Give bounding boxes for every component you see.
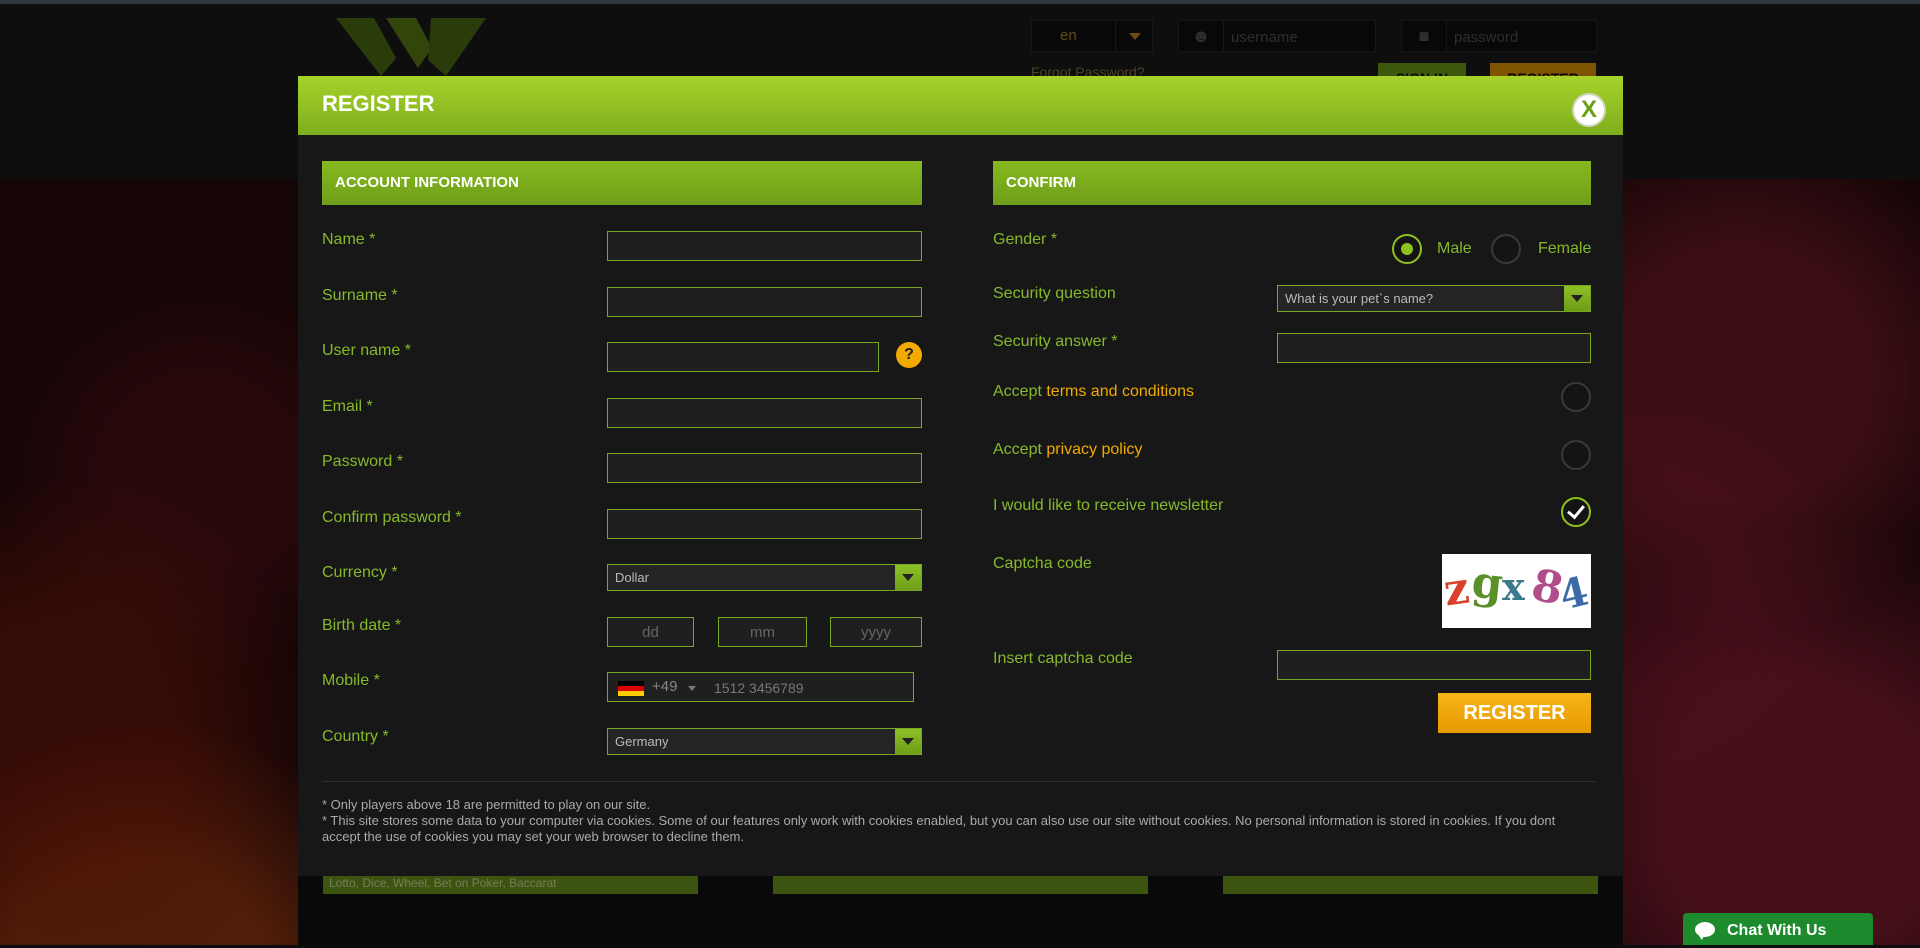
dial-code[interactable]: +49 — [652, 678, 677, 695]
security-question-value: What is your pet`s name? — [1285, 291, 1434, 306]
chat-button[interactable]: Chat With Us — [1683, 913, 1873, 945]
modal-title: REGISTER — [322, 91, 435, 116]
password-label: Password * — [322, 453, 403, 470]
accept-terms-checkbox[interactable] — [1561, 382, 1591, 412]
accept-prefix: Accept — [993, 383, 1047, 400]
caret-down-icon[interactable] — [688, 686, 696, 691]
email-label: Email * — [322, 398, 373, 415]
birth-date-label: Birth date * — [322, 617, 402, 634]
country-value: Germany — [615, 734, 669, 749]
germany-flag-icon[interactable] — [618, 681, 644, 696]
captcha-input[interactable] — [1277, 650, 1591, 680]
chat-label: Chat With Us — [1727, 922, 1827, 939]
age-note: * Only players above 18 are permitted to… — [322, 797, 651, 812]
captcha-char: x — [1502, 564, 1525, 609]
chevron-down-icon — [1564, 286, 1590, 311]
security-answer-input[interactable] — [1277, 333, 1591, 363]
security-answer-label: Security answer * — [993, 333, 1118, 350]
privacy-link[interactable]: privacy policy — [1046, 441, 1142, 458]
accept-privacy-label: Accept privacy policy — [993, 441, 1142, 459]
mobile-label: Mobile * — [322, 672, 380, 689]
modal-header: REGISTER X — [298, 76, 1623, 135]
password-input[interactable] — [607, 453, 922, 483]
currency-value: Dollar — [615, 570, 649, 585]
email-input[interactable] — [607, 398, 922, 428]
username-label: User name * — [322, 342, 411, 359]
country-label: Country * — [322, 728, 389, 745]
birth-month-input[interactable] — [718, 617, 807, 647]
gender-male-label[interactable]: Male — [1437, 240, 1472, 258]
accept-privacy-checkbox[interactable] — [1561, 440, 1591, 470]
captcha-image: z g x 8 4 — [1442, 554, 1591, 628]
question-icon[interactable]: ? — [896, 342, 922, 368]
account-section-heading: ACCOUNT INFORMATION — [322, 161, 922, 205]
accept-prefix: Accept — [993, 441, 1047, 458]
currency-select[interactable]: Dollar — [607, 564, 922, 591]
surname-input[interactable] — [607, 287, 922, 317]
divider — [322, 781, 1596, 782]
name-label: Name * — [322, 231, 376, 248]
security-question-label: Security question — [993, 285, 1116, 302]
captcha-char: g — [1469, 556, 1506, 611]
cookies-note: * This site stores some data to your com… — [322, 813, 1556, 844]
username-input[interactable] — [607, 342, 879, 372]
country-select[interactable]: Germany — [607, 728, 922, 755]
mobile-input[interactable] — [712, 673, 906, 703]
chevron-down-icon — [895, 565, 921, 590]
chat-bubble-icon — [1695, 922, 1715, 940]
close-icon: X — [1580, 96, 1597, 123]
gender-male-radio[interactable] — [1392, 234, 1422, 264]
captcha-char: z — [1442, 562, 1473, 617]
insert-captcha-label: Insert captcha code — [993, 650, 1133, 667]
close-button[interactable]: X — [1572, 93, 1606, 127]
captcha-label: Captcha code — [993, 555, 1092, 572]
name-input[interactable] — [607, 231, 922, 261]
chevron-down-icon — [895, 729, 921, 754]
captcha-char: 4 — [1554, 567, 1591, 620]
gender-label: Gender * — [993, 231, 1058, 248]
newsletter-checkbox[interactable] — [1561, 497, 1591, 527]
register-button[interactable]: REGISTER — [1438, 693, 1591, 733]
accept-terms-label: Accept terms and conditions — [993, 383, 1194, 401]
confirm-password-input[interactable] — [607, 509, 922, 539]
mobile-field: +49 — [607, 672, 914, 703]
footnotes: * Only players above 18 are permitted to… — [322, 797, 1597, 845]
birth-day-input[interactable] — [607, 617, 694, 647]
birth-year-input[interactable] — [830, 617, 922, 647]
confirm-password-label: Confirm password * — [322, 509, 462, 526]
currency-label: Currency * — [322, 564, 398, 581]
register-modal: REGISTER X ACCOUNT INFORMATION Name * Su… — [298, 76, 1623, 876]
gender-female-radio[interactable] — [1491, 234, 1521, 264]
surname-label: Surname * — [322, 287, 398, 304]
security-question-select[interactable]: What is your pet`s name? — [1277, 285, 1591, 312]
confirm-section-heading: CONFIRM — [993, 161, 1591, 205]
newsletter-label: I would like to receive newsletter — [993, 497, 1224, 514]
terms-link[interactable]: terms and conditions — [1046, 383, 1194, 400]
gender-female-label[interactable]: Female — [1538, 240, 1591, 258]
